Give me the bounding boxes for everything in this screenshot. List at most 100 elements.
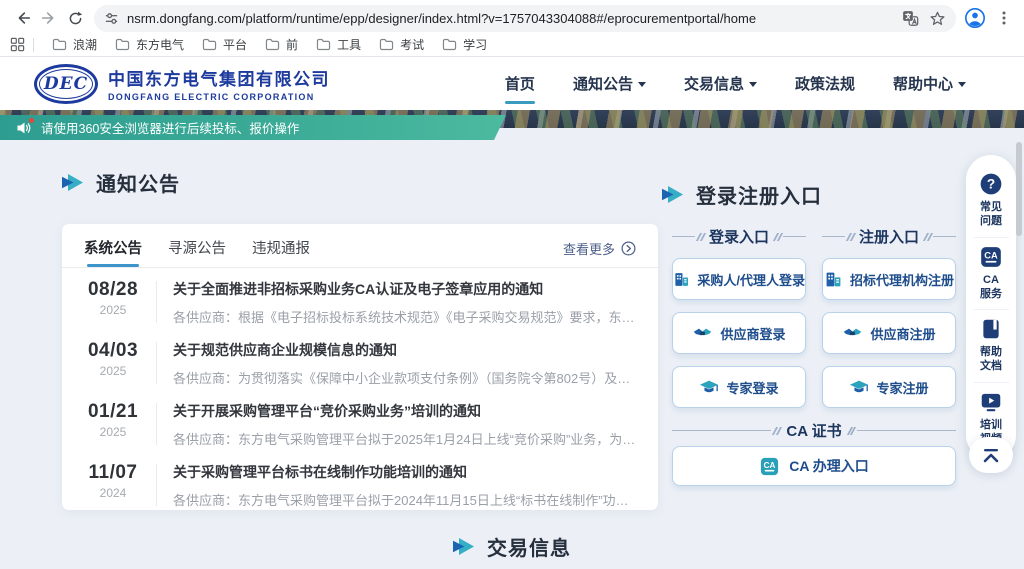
chevron-down-icon	[749, 82, 757, 87]
notice-date-md: 01/21	[84, 401, 142, 423]
scrollbar-thumb[interactable]	[1016, 142, 1022, 236]
back-to-top-icon	[981, 448, 1001, 463]
notice-title-text[interactable]: 关于开展采购管理平台“竞价采购业务”培训的通知	[173, 401, 636, 421]
bookmark-folder[interactable]: 前	[257, 34, 306, 55]
bookmark-label: 东方电气	[136, 36, 184, 53]
notice-card: 系统公告 寻源公告 违规通报 查看更多 08/28 2025 关于全面推进非招标…	[62, 224, 658, 510]
divider	[33, 38, 34, 52]
graduation-cap-icon	[699, 379, 719, 396]
logo[interactable]: DEC 中国东方电气集团有限公司 DONGFANG ELECTRIC CORPO…	[34, 64, 330, 104]
sidebar-item-ca-service[interactable]: CA CA服务	[973, 238, 1009, 311]
trade-section-title: 交易信息	[487, 532, 571, 561]
view-more-label: 查看更多	[563, 239, 615, 258]
marquee-text: 请使用360安全浏览器进行后续投标、报价操作	[41, 118, 299, 137]
bookmark-label: 考试	[400, 36, 424, 53]
circle-chevron-right-icon	[621, 241, 636, 256]
bookmark-folder[interactable]: 浪潮	[44, 34, 105, 55]
nav-item-policies[interactable]: 政策法规	[793, 67, 857, 100]
expert-login-button[interactable]: 专家登录	[672, 366, 806, 408]
folder-icon	[115, 38, 130, 51]
nav-item-help-center[interactable]: 帮助中心	[891, 67, 968, 100]
site-settings-icon[interactable]	[104, 11, 119, 26]
translate-icon[interactable]	[902, 10, 919, 27]
login-header-label: 登录入口	[709, 226, 769, 247]
url-text[interactable]: nsrm.dongfang.com/platform/runtime/epp/d…	[127, 11, 894, 26]
nav-label: 政策法规	[795, 73, 855, 94]
nav-item-notices[interactable]: 通知公告	[571, 67, 648, 100]
notice-date-year: 2024	[84, 486, 142, 500]
notice-date-year: 2025	[84, 425, 142, 439]
nav-label: 首页	[505, 73, 535, 94]
notice-row[interactable]: 04/03 2025 关于规范供应商企业规模信息的通知 各供应商：为贯彻落实《保…	[62, 329, 658, 390]
button-label: 专家注册	[876, 378, 928, 397]
sidebar-item-label: 帮助文档	[978, 345, 1004, 374]
bookmarks-bar: 浪潮 东方电气 平台 前 工具 考试 学习	[0, 33, 1024, 56]
buyer-agent-login-button[interactable]: 采购人/代理人登录	[672, 258, 806, 300]
notice-section-title: 通知公告	[96, 168, 180, 197]
notice-title-text[interactable]: 关于全面推进非招标采购业务CA认证及电子签章应用的通知	[173, 279, 636, 299]
supplier-login-button[interactable]: 供应商登录	[672, 312, 806, 354]
main-nav: 首页 通知公告 交易信息 政策法规 帮助中心	[503, 67, 968, 100]
ca-apply-button[interactable]: CA CA 办理入口	[672, 446, 956, 486]
book-icon	[979, 317, 1003, 341]
view-more-link[interactable]: 查看更多	[563, 239, 636, 267]
expert-register-button[interactable]: 专家注册	[822, 366, 956, 408]
bookmark-folder[interactable]: 工具	[308, 34, 369, 55]
forward-icon[interactable]	[36, 5, 62, 31]
bookmark-folder[interactable]: 考试	[371, 34, 432, 55]
svg-text:CA: CA	[764, 460, 776, 469]
ca-badge-icon: CA	[759, 456, 780, 477]
section-arrow-icon	[453, 538, 474, 555]
supplier-register-button[interactable]: 供应商注册	[822, 312, 956, 354]
apps-grid-icon[interactable]	[10, 37, 25, 52]
folder-icon	[52, 38, 67, 51]
notice-title-text[interactable]: 关于采购管理平台标书在线制作功能培训的通知	[173, 462, 636, 482]
notice-row[interactable]: 08/28 2025 关于全面推进非招标采购业务CA认证及电子签章应用的通知 各…	[62, 268, 658, 329]
reload-icon[interactable]	[62, 5, 88, 31]
bookmark-folder[interactable]: 平台	[194, 34, 255, 55]
notice-row[interactable]: 11/07 2024 关于采购管理平台标书在线制作功能培训的通知 各供应商：东方…	[62, 451, 658, 510]
ca-header-label: CA 证书	[786, 420, 841, 441]
nav-item-home[interactable]: 首页	[503, 67, 537, 100]
divider	[156, 281, 157, 323]
dec-logo-text: DEC	[39, 69, 93, 99]
company-name-cn: 中国东方电气集团有限公司	[108, 65, 330, 90]
menu-dots-icon[interactable]	[996, 10, 1012, 26]
sidebar-item-faq[interactable]: ? 常见问题	[973, 165, 1009, 238]
notice-title-text[interactable]: 关于规范供应商企业规模信息的通知	[173, 340, 636, 360]
sidebar-item-help-docs[interactable]: 帮助文档	[973, 310, 1009, 383]
bookmark-folder[interactable]: 东方电气	[107, 34, 192, 55]
notice-date-year: 2025	[84, 303, 142, 317]
notice-date: 04/03 2025	[84, 340, 142, 378]
bookmark-star-icon[interactable]	[929, 10, 946, 27]
browser-toolbar: nsrm.dongfang.com/platform/runtime/epp/d…	[0, 0, 1024, 33]
back-icon[interactable]	[10, 5, 36, 31]
url-bar[interactable]: nsrm.dongfang.com/platform/runtime/epp/d…	[94, 5, 956, 32]
speaker-icon	[16, 120, 32, 136]
tab-system-notices[interactable]: 系统公告	[84, 237, 142, 267]
browser-chrome: nsrm.dongfang.com/platform/runtime/epp/d…	[0, 0, 1024, 57]
divider	[156, 342, 157, 384]
bidding-agency-register-button[interactable]: 招标代理机构注册	[822, 258, 956, 300]
register-header-label: 注册入口	[859, 226, 919, 247]
marquee-banner: 请使用360安全浏览器进行后续投标、报价操作	[0, 115, 506, 140]
bookmark-folder[interactable]: 学习	[434, 34, 495, 55]
tab-violation-reports[interactable]: 违规通报	[252, 237, 310, 267]
notice-date: 11/07 2024	[84, 462, 142, 500]
bookmark-label: 前	[286, 36, 298, 53]
bookmark-label: 工具	[337, 36, 361, 53]
handshake-icon	[842, 325, 863, 341]
nav-item-trade-info[interactable]: 交易信息	[682, 67, 759, 100]
notice-summary-text: 各供应商：东方电气采购管理平台拟于2025年1月24日上线“竞价采购”业务，为帮…	[173, 429, 636, 448]
tab-sourcing-notices[interactable]: 寻源公告	[168, 237, 226, 267]
back-to-top-button[interactable]	[969, 437, 1013, 473]
svg-text:CA: CA	[984, 250, 998, 260]
entry-button-grid: 采购人/代理人登录 招标代理机构注册 供应商登录 供应商注册 专家登录 专家注册	[672, 258, 956, 408]
ca-icon: CA	[979, 245, 1003, 269]
building-icon	[824, 270, 843, 289]
button-label: 供应商登录	[720, 324, 785, 343]
button-label: 采购人/代理人登录	[697, 270, 805, 289]
bookmark-label: 浪潮	[73, 36, 97, 53]
notice-row[interactable]: 01/21 2025 关于开展采购管理平台“竞价采购业务”培训的通知 各供应商：…	[62, 390, 658, 451]
profile-icon[interactable]	[964, 7, 986, 29]
